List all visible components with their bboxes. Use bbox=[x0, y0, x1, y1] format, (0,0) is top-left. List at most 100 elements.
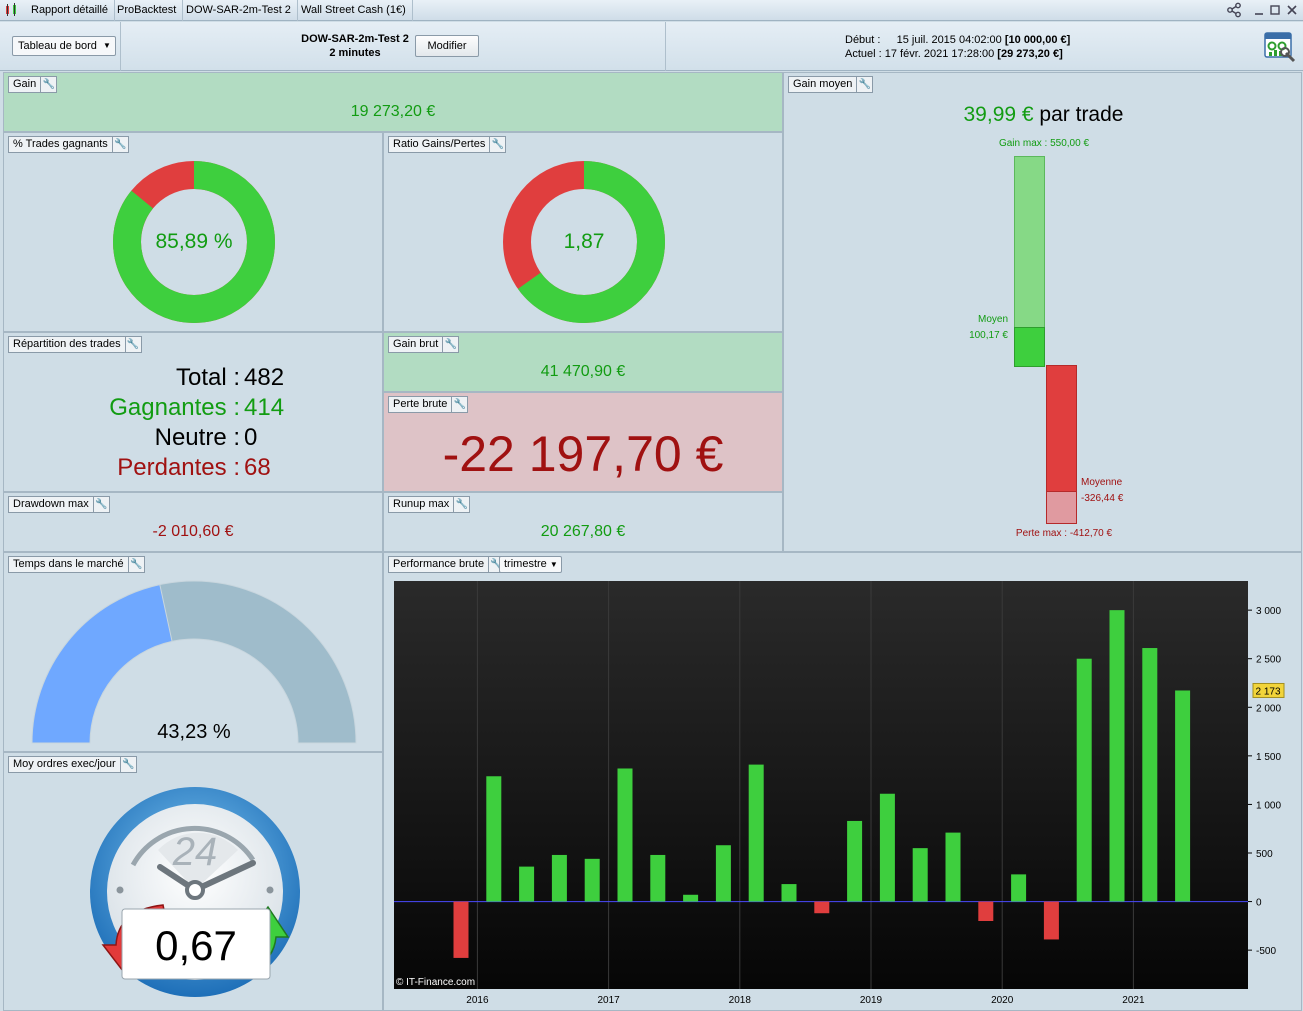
avg-loss-bar bbox=[1046, 365, 1077, 492]
view-select-label: Tableau de bord bbox=[18, 40, 97, 52]
distribution-values: 482 414 0 68 bbox=[244, 363, 324, 483]
dashboard-settings-icon[interactable] bbox=[1264, 31, 1296, 63]
avg-gain-label: Gain moyen bbox=[793, 78, 853, 90]
current-capital: [29 273,20 €] bbox=[997, 48, 1063, 60]
y-tick-label: 500 bbox=[1256, 849, 1273, 860]
maximize-icon[interactable] bbox=[1267, 2, 1283, 18]
x-tick-label: 2016 bbox=[466, 995, 489, 1006]
distribution-labels: Total : Gagnantes : Neutre : Perdantes : bbox=[4, 363, 240, 483]
wrench-icon[interactable]: 🔧 bbox=[442, 337, 458, 352]
max-loss-label: Perte max : -412,70 € bbox=[1015, 528, 1113, 539]
neutral-value: 0 bbox=[244, 424, 258, 451]
current-label: Actuel : bbox=[845, 48, 882, 60]
avg-loss-value: -326,44 € bbox=[1081, 493, 1124, 504]
y-tick-label: -500 bbox=[1256, 946, 1276, 957]
gross-gain-tag[interactable]: Gain brut 🔧 bbox=[388, 336, 460, 353]
time-in-market-value: 43,23 % bbox=[157, 721, 231, 743]
x-tick-label: 2017 bbox=[597, 995, 620, 1006]
bar bbox=[1142, 648, 1158, 902]
time-in-market-panel: Temps dans le marché 🔧 43,23 % bbox=[3, 552, 383, 752]
wrench-icon[interactable]: 🔧 bbox=[489, 137, 505, 152]
bar bbox=[748, 764, 764, 902]
hours-label: 24 bbox=[172, 830, 218, 874]
toolbar: Tableau de bord ▼ DOW-SAR-2m-Test 2 2 mi… bbox=[0, 22, 1303, 71]
drawdown-tag[interactable]: Drawdown max 🔧 bbox=[8, 496, 110, 513]
bar bbox=[453, 901, 469, 958]
bar bbox=[1175, 690, 1191, 902]
bar bbox=[847, 820, 863, 902]
bar bbox=[1109, 610, 1125, 902]
close-icon[interactable] bbox=[1284, 2, 1300, 18]
wrench-icon[interactable]: 🔧 bbox=[856, 77, 872, 92]
current-row: Actuel : 17 févr. 2021 17:28:00 [29 273,… bbox=[845, 48, 1063, 60]
wrench-icon[interactable]: 🔧 bbox=[451, 397, 467, 412]
minimize-icon[interactable] bbox=[1251, 2, 1267, 18]
bar bbox=[879, 793, 895, 902]
neutral-label: Neutre : bbox=[154, 424, 240, 451]
runup-tag[interactable]: Runup max 🔧 bbox=[388, 496, 471, 513]
gain-tag[interactable]: Gain 🔧 bbox=[8, 76, 58, 93]
avg-gain-value: 39,99 € bbox=[963, 103, 1034, 126]
runup-panel: Runup max 🔧 20 267,80 € bbox=[383, 492, 783, 552]
tab-probacktest[interactable]: ProBacktest bbox=[111, 0, 184, 21]
wrench-icon[interactable]: 🔧 bbox=[124, 337, 141, 352]
title-bar: Rapport détaillé ProBacktest DOW-SAR-2m-… bbox=[0, 0, 1303, 21]
ratio-tag[interactable]: Ratio Gains/Pertes 🔧 bbox=[388, 136, 507, 153]
start-row: Début : 15 juil. 2015 04:02:00 [10 000,0… bbox=[845, 34, 1070, 46]
y-tick-label: 1 000 bbox=[1256, 800, 1281, 811]
win-rate-panel: % Trades gagnants 🔧 85,89 % bbox=[3, 132, 383, 332]
tab-instrument[interactable]: Wall Street Cash (1€) bbox=[295, 0, 413, 21]
distribution-panel: Répartition des trades 🔧 Total : Gagnante… bbox=[3, 332, 383, 492]
current-date: 17 févr. 2021 17:28:00 bbox=[884, 48, 995, 60]
drawdown-label: Drawdown max bbox=[13, 498, 89, 510]
win-rate-label: % Trades gagnants bbox=[13, 138, 108, 150]
bar bbox=[650, 854, 666, 902]
avg-gain-tag[interactable]: Gain moyen 🔧 bbox=[788, 76, 874, 93]
orders-tag[interactable]: Moy ordres exec/jour 🔧 bbox=[8, 756, 137, 773]
bar bbox=[1076, 658, 1092, 902]
start-date: 15 juil. 2015 04:02:00 bbox=[896, 34, 1002, 46]
chevron-down-icon: ▼ bbox=[102, 41, 111, 50]
x-tick-label: 2018 bbox=[729, 995, 752, 1006]
win-rate-tag[interactable]: % Trades gagnants 🔧 bbox=[8, 136, 129, 153]
last-value-label: 2 173 bbox=[1255, 686, 1280, 697]
win-value: 414 bbox=[244, 394, 285, 421]
x-tick-label: 2021 bbox=[1122, 995, 1145, 1006]
share-icon[interactable] bbox=[1226, 2, 1242, 18]
bar bbox=[912, 848, 928, 902]
orders-value: 0,67 bbox=[155, 922, 237, 969]
avg-win-label: Moyen bbox=[977, 314, 1008, 325]
bar bbox=[715, 845, 731, 902]
view-select[interactable]: Tableau de bord ▼ bbox=[12, 36, 116, 56]
wrench-icon[interactable]: 🔧 bbox=[40, 77, 56, 92]
tab-system[interactable]: DOW-SAR-2m-Test 2 bbox=[180, 0, 298, 21]
distribution-tag[interactable]: Répartition des trades 🔧 bbox=[8, 336, 142, 353]
wrench-icon[interactable]: 🔧 bbox=[92, 497, 109, 512]
gross-loss-value: -22 197,70 € bbox=[442, 426, 724, 482]
wrench-icon[interactable]: 🔧 bbox=[119, 757, 136, 772]
gross-gain-label: Gain brut bbox=[393, 338, 439, 350]
modify-button[interactable]: Modifier bbox=[415, 35, 479, 57]
bar bbox=[814, 901, 830, 914]
gross-loss-tag[interactable]: Perte brute 🔧 bbox=[388, 396, 469, 413]
ratio-label: Ratio Gains/Pertes bbox=[393, 138, 486, 150]
clock-icon: 24 0,67 bbox=[90, 787, 300, 997]
bar bbox=[519, 866, 535, 902]
runup-label: Runup max bbox=[393, 498, 450, 510]
wrench-icon[interactable]: 🔧 bbox=[111, 137, 128, 152]
bar bbox=[486, 776, 502, 902]
avg-gain-suffix: par trade bbox=[1039, 103, 1124, 126]
performance-chart: 2016 2017 2018 2019 2020 2021 3 000 2 500 2 000 1… bbox=[394, 581, 1285, 1006]
gain-value: 19 273,20 € bbox=[350, 103, 436, 120]
gain-panel: Gain 🔧 19 273,20 € bbox=[3, 72, 783, 132]
bar bbox=[1043, 901, 1059, 940]
bar bbox=[617, 768, 633, 902]
wrench-icon[interactable]: 🔧 bbox=[453, 497, 469, 512]
start-label: Début : bbox=[845, 34, 881, 46]
orders-panel: Moy ordres exec/jour 🔧 24 0,67 bbox=[3, 752, 383, 1011]
loss-value: 68 bbox=[244, 454, 271, 481]
y-tick-label: 2 500 bbox=[1256, 655, 1281, 666]
performance-panel: Performance brute 🔧 trimestre ▼ 2016 2017 2… bbox=[383, 552, 1302, 1011]
tab-rapport-detaille[interactable]: Rapport détaillé bbox=[25, 0, 116, 21]
copyright-label: © IT-Finance.com bbox=[396, 977, 475, 988]
